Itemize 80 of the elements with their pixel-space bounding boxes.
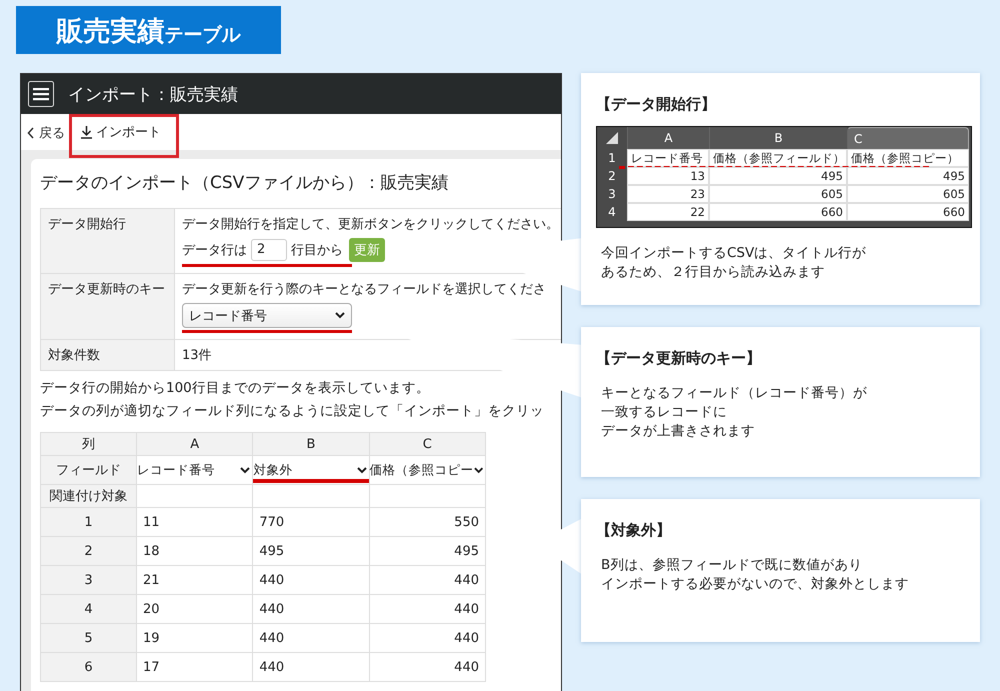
row-number: 1 [40,508,136,536]
setting-label: データ開始行 [40,208,174,274]
sheet-cell: 660 [709,203,847,221]
row-number: 4 [40,594,136,624]
column-header: A [136,432,253,456]
sheet-cell: 価格（参照コピー） [847,149,969,167]
row-number: 6 [40,652,136,682]
table-cell: 440 [252,624,370,652]
table-cell: 19 [136,624,253,652]
table-cell: 440 [369,594,486,624]
sheet-cell: 660 [847,203,969,221]
info-text: データ行の開始から100行目までのデータを表示しています。 [40,379,431,397]
callout-title: 【対象外】 [596,521,672,540]
table-cell: 495 [252,536,370,566]
chevron-down-icon [240,466,250,474]
column-header: C [369,432,486,456]
download-icon [80,125,93,139]
menu-icon[interactable] [28,81,54,107]
column-label: 列 [40,432,136,456]
table-cell: 440 [369,566,486,594]
callout-title: 【データ開始行】 [596,95,717,114]
key-select[interactable]: レコード番号 [182,303,352,328]
sheet-cell: 495 [709,167,847,185]
related-label: 関連付け対象 [40,484,136,508]
table-cell: 17 [136,652,253,682]
setting-label: 対象件数 [40,340,174,370]
setting-description: データ開始行を指定して、更新ボタンをクリックしてください。 [182,216,560,233]
chevron-down-icon [474,466,483,474]
setting-description: データ更新を行う際のキーとなるフィールドを選択してくださ [182,281,547,298]
row-number: 2 [40,536,136,566]
setting-value: 13件 [182,348,212,363]
table-cell: 18 [136,536,253,566]
sheet-cell: 605 [847,185,969,203]
field-suffix: 行目から [291,242,343,259]
banner-title: 販売実績 [56,16,164,48]
select-all-icon [606,132,618,144]
sheet-cell: 13 [627,167,709,185]
table-cell: 550 [369,508,486,536]
column-header: B [252,432,370,456]
table-cell: 20 [136,594,253,624]
page-heading: データのインポート（CSVファイルから）：販売実績 [40,172,450,194]
table-cell: 440 [252,652,370,682]
row-number: 5 [40,624,136,652]
callout-text: キーとなるフィールド（レコード番号）が 一致するレコードに データが上書きされます [600,384,868,441]
sheet-column-header: A [627,127,709,149]
banner-subtitle: テーブル [164,23,240,48]
sheet-row-number: 2 [607,168,617,185]
sheet-row-number: 4 [607,204,617,221]
sheet-row-number: 3 [607,186,617,203]
sheet-cell: 605 [709,185,847,203]
start-row-input[interactable]: 2 [251,239,287,261]
row-number: 3 [40,566,136,594]
sheet-cell: 495 [847,167,969,185]
table-cell: 21 [136,566,253,594]
sheet-cell: 価格（参照フィールド） [709,149,847,167]
callout-title: 【データ更新時のキー】 [596,349,762,368]
chevron-left-icon [27,127,35,139]
sheet-cell: 23 [627,185,709,203]
sheet-row-number: 1 [607,150,617,167]
sheet-cell: レコード番号 [627,149,709,167]
setting-label: データ更新時のキー [40,274,174,340]
info-text: データの列が適切なフィールド列になるように設定して「インポート」をクリッ [40,402,545,420]
import-button[interactable]: インポート [80,123,161,141]
table-cell: 495 [369,536,486,566]
table-cell: 770 [252,508,370,536]
callout-text: B列は、参照フィールドで既に数値があり インポートする必要がないので、対象外とします [600,556,910,594]
sheet-cell: 22 [627,203,709,221]
chevron-down-icon [335,312,345,319]
table-cell: 440 [369,624,486,652]
sheet-column-header: B [709,127,847,149]
back-link[interactable]: 戻る [27,124,65,142]
chevron-down-icon [356,466,367,474]
field-prefix: データ行は [182,242,247,259]
table-cell: 440 [369,652,486,682]
callout-text: 今回インポートするCSVは、タイトル行が あるため、２行目から読み込みます [600,244,868,282]
field-label: フィールド [40,456,136,484]
table-cell: 440 [252,594,370,624]
table-cell: 440 [252,566,370,594]
table-cell: 11 [136,508,253,536]
window-title: インポート：販売実績 [68,84,238,106]
